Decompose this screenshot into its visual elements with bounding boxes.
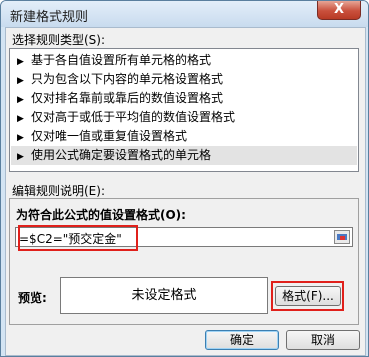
- rule-description-panel: 为符合此公式的值设置格式(O): =$C2="预交定金" 预览: 未设定格式 格…: [9, 198, 359, 325]
- rule-type-item[interactable]: ▶ 基于各自值设置所有单元格的格式: [11, 51, 357, 70]
- rule-type-item-selected[interactable]: ▶ 使用公式确定要设置格式的单元格: [11, 146, 357, 165]
- format-highlight: [271, 281, 344, 311]
- formula-label: 为符合此公式的值设置格式(O):: [16, 208, 186, 222]
- bullet-icon: ▶: [17, 152, 24, 162]
- close-button[interactable]: X: [317, 1, 361, 20]
- preview-box: 未设定格式: [60, 277, 268, 314]
- formula-highlight: [18, 225, 138, 251]
- dialog-title: 新建格式规则: [10, 10, 89, 25]
- preview-label: 预览:: [18, 291, 47, 305]
- rule-type-item[interactable]: ▶ 仅对排名靠前或靠后的数值设置格式: [11, 89, 357, 108]
- new-format-rule-dialog: 新建格式规则 X 选择规则类型(S): ▶ 基于各自值设置所有单元格的格式 ▶ 只为…: [0, 0, 369, 357]
- rule-type-item[interactable]: ▶ 仅对高于或低于平均值的数值设置格式: [11, 108, 357, 127]
- rule-description-label: 编辑规则说明(E):: [12, 184, 105, 198]
- title-bar[interactable]: 新建格式规则 X: [1, 1, 368, 27]
- close-icon: X: [333, 2, 345, 17]
- rule-type-list: ▶ 基于各自值设置所有单元格的格式 ▶ 只为包含以下内容的单元格设置格式 ▶ 仅对排名…: [9, 48, 359, 172]
- rule-type-item[interactable]: ▶ 仅对唯一值或重复值设置格式: [11, 127, 357, 146]
- rule-type-item[interactable]: ▶ 只为包含以下内容的单元格设置格式: [11, 70, 357, 89]
- rule-type-label: 选择规则类型(S):: [12, 33, 106, 47]
- cancel-button[interactable]: 取消: [286, 330, 360, 350]
- dialog-body: 选择规则类型(S): ▶ 基于各自值设置所有单元格的格式 ▶ 只为包含以下内容的单元…: [5, 27, 366, 356]
- range-select-icon[interactable]: [334, 230, 350, 244]
- ok-button[interactable]: 确定: [205, 330, 279, 350]
